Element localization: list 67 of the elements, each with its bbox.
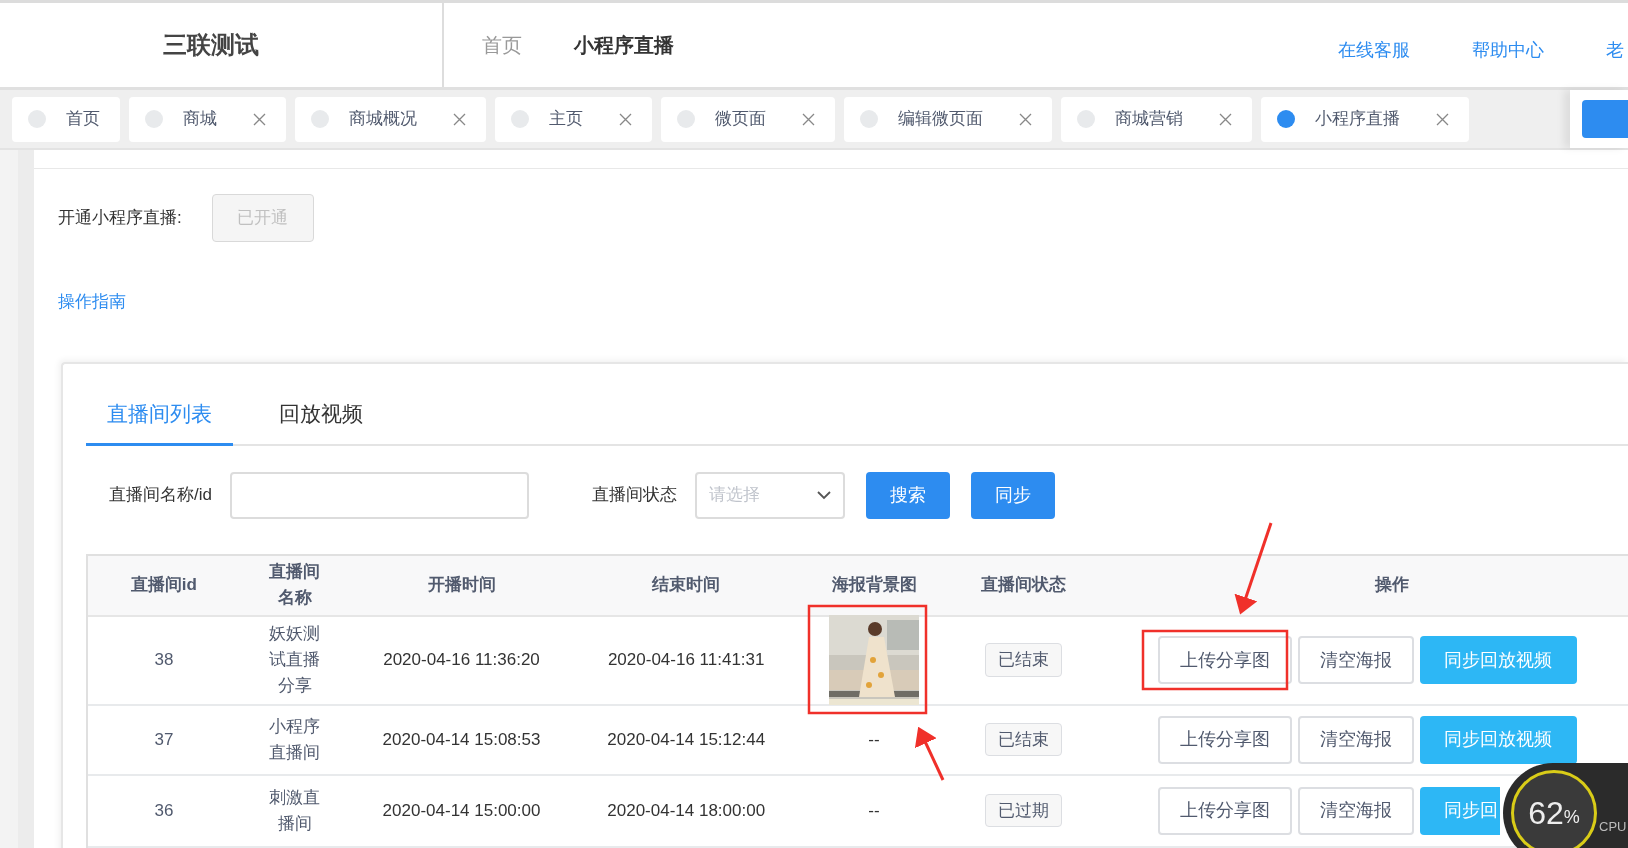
column-header: 开播时间 bbox=[427, 574, 496, 596]
table-cell-text: 36 bbox=[154, 799, 174, 822]
content-tab[interactable]: 回放视频 bbox=[233, 383, 408, 444]
table-cell-text: 妖妖测试直播分享 bbox=[268, 623, 322, 697]
status-tag: 已结束 bbox=[985, 722, 1063, 757]
page-tab[interactable]: 商城 bbox=[129, 96, 286, 142]
table-cell-text: 2020-04-14 15:12:44 bbox=[607, 728, 766, 751]
page-tab[interactable]: 首页 bbox=[12, 96, 120, 142]
chevron-down-icon bbox=[816, 490, 831, 500]
close-icon[interactable] bbox=[802, 112, 815, 126]
column-header: 直播间名称 bbox=[268, 561, 322, 609]
action-button[interactable]: 清空海报 bbox=[1297, 786, 1414, 835]
page-tab[interactable]: 主页 bbox=[495, 96, 652, 142]
close-icon[interactable] bbox=[1019, 112, 1032, 126]
table-cell-text: 38 bbox=[154, 649, 174, 672]
tab-label: 商城 bbox=[183, 108, 217, 131]
page-tab[interactable]: 微页面 bbox=[661, 96, 835, 142]
table-cell-text: 2020-04-14 15:08:53 bbox=[382, 728, 541, 751]
filter-label: 直播间状态 bbox=[591, 484, 677, 507]
status-tag: 已过期 bbox=[985, 793, 1063, 828]
close-icon[interactable] bbox=[619, 112, 632, 126]
header-link[interactable]: 在线客服 bbox=[1338, 36, 1410, 64]
tab-label: 编辑微页面 bbox=[898, 108, 983, 131]
table-cell-text: -- bbox=[868, 799, 880, 822]
table-cell-text: 2020-04-14 15:00:00 bbox=[382, 799, 541, 822]
percent-sign: % bbox=[1563, 806, 1580, 829]
tab-label: 小程序直播 bbox=[1315, 108, 1400, 131]
action-button[interactable]: 清空海报 bbox=[1297, 636, 1414, 684]
table-cell-text: 37 bbox=[154, 728, 174, 751]
table-cell-text: 2020-04-14 18:00:00 bbox=[607, 799, 766, 822]
page-tab[interactable]: 商城营销 bbox=[1061, 96, 1252, 142]
column-header: 直播间状态 bbox=[981, 574, 1067, 596]
column-header: 操作 bbox=[1375, 574, 1410, 596]
tab-label: 商城概况 bbox=[349, 108, 417, 131]
tab-label: 主页 bbox=[549, 108, 583, 131]
tab-label: 微页面 bbox=[715, 108, 766, 131]
close-icon[interactable] bbox=[1436, 112, 1449, 126]
name-input-field[interactable] bbox=[229, 471, 529, 519]
column-header: 直播间id bbox=[130, 574, 197, 596]
close-icon[interactable] bbox=[1219, 112, 1232, 126]
activation-label: 开通小程序直播: bbox=[58, 207, 182, 230]
logo-text: 三联测试 bbox=[163, 30, 259, 60]
annotation-arrow bbox=[914, 726, 945, 781]
column-header: 海报背景图 bbox=[831, 574, 917, 596]
table-cell-text: 小程序直播间 bbox=[268, 715, 322, 764]
column-header: 结束时间 bbox=[652, 574, 721, 596]
cpu-percent: 62 bbox=[1528, 794, 1564, 833]
page-tab[interactable]: 商城概况 bbox=[295, 96, 486, 142]
table-cell-text: 刺激直播间 bbox=[268, 786, 322, 835]
table-cell-text: 2020-04-16 11:36:20 bbox=[383, 649, 540, 672]
close-icon[interactable] bbox=[453, 112, 466, 126]
action-button[interactable]: 上传分享图 bbox=[1157, 715, 1292, 764]
close-icon[interactable] bbox=[253, 112, 266, 126]
cpu-label: CPU bbox=[1599, 818, 1627, 837]
guide-link[interactable]: 操作指南 bbox=[58, 289, 126, 315]
table-cell-text: -- bbox=[868, 728, 880, 751]
nav-link[interactable]: 小程序直播 bbox=[574, 30, 674, 60]
action-button[interactable]: 清空海报 bbox=[1297, 715, 1414, 764]
page-tab[interactable]: 编辑微页面 bbox=[844, 96, 1052, 142]
table-cell-text: 2020-04-16 11:41:31 bbox=[607, 649, 765, 672]
action-button[interactable]: 上传分享图 bbox=[1157, 786, 1292, 835]
filter-label: 直播间名称/id bbox=[109, 484, 212, 507]
page-tab[interactable]: 小程序直播 bbox=[1261, 96, 1469, 142]
tab-label: 商城营销 bbox=[1115, 108, 1183, 131]
tab-label: 首页 bbox=[66, 108, 100, 131]
action-button[interactable]: 上传分享图 bbox=[1157, 636, 1292, 684]
status-tag: 已结束 bbox=[985, 643, 1063, 677]
